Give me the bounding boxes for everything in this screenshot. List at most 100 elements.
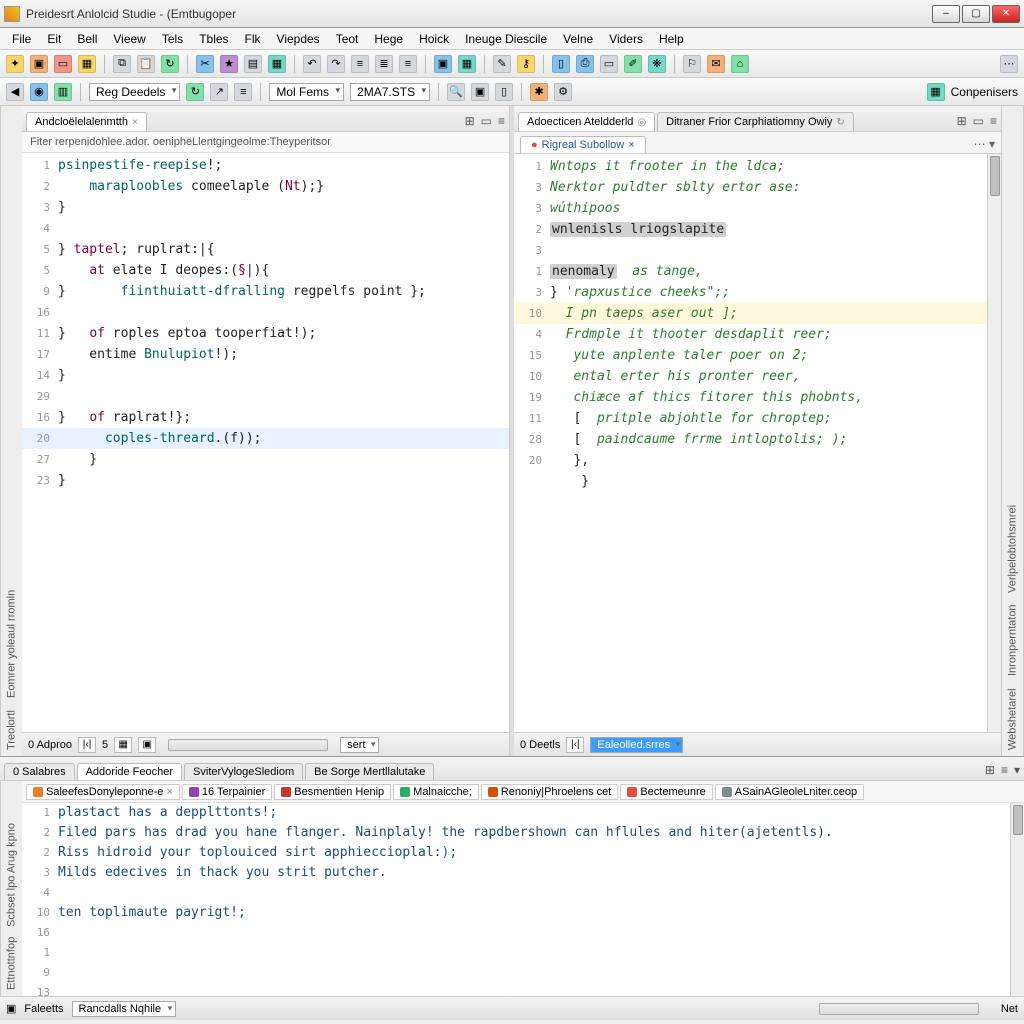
close-button[interactable]: ✕ xyxy=(992,5,1020,23)
status-device-combo[interactable]: Rancdalls Nqhile xyxy=(72,1001,177,1017)
flag-icon[interactable]: ⚐ xyxy=(683,55,701,73)
right-tool-2[interactable]: Inronperntaton xyxy=(1007,605,1019,677)
search-icon[interactable]: 🔍 xyxy=(447,83,465,101)
menu-file[interactable]: File xyxy=(6,30,37,48)
right-tab-2[interactable]: Ditraner Frior Carphiatiomny Owiy ↻ xyxy=(657,112,854,131)
home-icon[interactable]: ⌂ xyxy=(731,55,749,73)
layers-icon[interactable]: ▥ xyxy=(54,83,72,101)
components-label[interactable]: Conpenisers xyxy=(951,85,1018,99)
open-icon[interactable]: ▣ xyxy=(30,55,48,73)
code-line[interactable]: 5} taptel; ruplrat:|{ xyxy=(22,239,509,260)
panel-icon[interactable]: ▯ xyxy=(495,83,513,101)
code-line[interactable]: 28 [ paindcaume frrme intloptolis; ); xyxy=(514,429,987,450)
bottom-code-area[interactable]: 1plastact has a depplttonts!;2Filed pars… xyxy=(22,803,1010,996)
overflow-icon[interactable]: ⋯ xyxy=(1000,55,1018,73)
file-tab[interactable]: Renoniy|Phroelens cet xyxy=(481,784,618,800)
copy-icon[interactable]: ⧉ xyxy=(113,55,131,73)
save-icon[interactable]: ▭ xyxy=(54,55,72,73)
bottom-tab-0[interactable]: 0 Salabres xyxy=(4,763,75,780)
align-center-icon[interactable]: ≣ xyxy=(375,55,393,73)
target-combo[interactable]: Mol Fems xyxy=(269,83,344,101)
print-icon[interactable]: ⎙ xyxy=(576,55,594,73)
code-line[interactable]: 4 xyxy=(22,883,1010,903)
code-line[interactable]: 9 xyxy=(22,963,1010,983)
split-icon[interactable]: ⊞ xyxy=(465,114,475,128)
code-line[interactable]: 23} xyxy=(22,470,509,491)
code-line[interactable]: 20 }, xyxy=(514,450,987,471)
key-icon[interactable]: ⚷ xyxy=(517,55,535,73)
brush-icon[interactable]: ✐ xyxy=(624,55,642,73)
list-icon[interactable]: ≡ xyxy=(234,83,252,101)
right-tab-1[interactable]: Adoecticen Ateldderld ◎ xyxy=(518,112,655,131)
bottom-menu-icon[interactable]: ≡ xyxy=(1001,763,1008,777)
globe-icon[interactable]: ◉ xyxy=(30,83,48,101)
menu-view[interactable]: Vieew xyxy=(107,30,151,48)
code-line[interactable]: 16 xyxy=(22,302,509,323)
file-tab[interactable]: SaleefesDonyleponne-e× xyxy=(26,784,180,800)
menu-edit[interactable]: Eit xyxy=(41,30,67,48)
maximize-button[interactable]: ▢ xyxy=(962,5,990,23)
split-icon[interactable]: ⊞ xyxy=(957,114,967,128)
code-line[interactable]: 9} fiinthuiatt-dfralling regpelfs point … xyxy=(22,281,509,302)
menu-viepdes[interactable]: Viepdes xyxy=(271,30,326,48)
code-line[interactable]: 3Nerktor puldter sblty ertor ase: xyxy=(514,177,987,198)
code-line[interactable]: 4 Frdmple it thooter desdaplit reer; xyxy=(514,324,987,345)
code-line[interactable]: 10ten toplimaute payrigt!; xyxy=(22,903,1010,923)
code-line[interactable]: 19 chiæce af thics fitorer this phobnts, xyxy=(514,387,987,408)
book-icon[interactable]: ▤ xyxy=(244,55,262,73)
bottom-tab-3[interactable]: Be Sorge Mertllalutake xyxy=(305,763,434,780)
code-line[interactable]: 1plastact has a depplttonts!; xyxy=(22,803,1010,823)
left-toolwindow-bar[interactable]: Treolortl Eomrer yoleaul rromln xyxy=(0,106,22,756)
grid-icon[interactable]: ▦ xyxy=(268,55,286,73)
menu-flk[interactable]: Flk xyxy=(239,30,267,48)
code-line[interactable]: 29 xyxy=(22,386,509,407)
right-code-area[interactable]: 1Wntops it frooter in the ldca;3Nerktor … xyxy=(514,154,987,732)
close-tab-icon[interactable]: × xyxy=(132,117,138,128)
bottom-left-bar[interactable]: Ettnottnfop Scbset lpo Arug kpno xyxy=(0,781,22,996)
bottom-chevron-icon[interactable]: ▾ xyxy=(1014,763,1020,777)
status-btn-r1[interactable]: |‹| xyxy=(566,737,584,753)
config-combo[interactable]: Reg Deedels xyxy=(89,83,180,101)
bottom-tab-1[interactable]: Addoride Feocher xyxy=(77,763,182,780)
components-icon[interactable]: ▦ xyxy=(927,83,945,101)
menu-help[interactable]: Help xyxy=(653,30,690,48)
code-line[interactable]: 16 xyxy=(22,923,1010,943)
menu-tels[interactable]: Tels xyxy=(156,30,189,48)
code-line[interactable]: 3} xyxy=(22,197,509,218)
pin-icon[interactable]: ▭ xyxy=(973,114,984,128)
left-tool-1[interactable]: Treolortl xyxy=(6,710,18,750)
left-code-area[interactable]: 1psinpestife-reepise!;2 maraploobles com… xyxy=(22,153,509,732)
right-tool-3[interactable]: Verlpelobtohsmrei xyxy=(1007,505,1019,593)
code-line[interactable]: 3} 'rapxustice cheeks";; xyxy=(514,282,987,303)
code-line[interactable]: 1nenomaly as tange, xyxy=(514,261,987,282)
code-line[interactable]: 3Milds edecives in thack you strit putch… xyxy=(22,863,1010,883)
subtab-overflow-icon[interactable]: ⋯ ▾ xyxy=(974,137,995,153)
bottom-split-icon[interactable]: ⊞ xyxy=(985,763,995,777)
code-line[interactable]: 3wúthipoos xyxy=(514,198,987,219)
doc-icon[interactable]: ▯ xyxy=(552,55,570,73)
redo-icon[interactable]: ↷ xyxy=(327,55,345,73)
left-tool-2[interactable]: Eomrer yoleaul rromln xyxy=(6,590,18,698)
menu-icon[interactable]: ≡ xyxy=(990,114,997,128)
code-line[interactable]: 1 xyxy=(22,943,1010,963)
code-line[interactable]: 13 xyxy=(22,983,1010,996)
file-tab[interactable]: Malnaicche; xyxy=(393,784,479,800)
code-line[interactable]: 16} of raplrat!}; xyxy=(22,407,509,428)
left-breadcrumb[interactable]: Fiter rerpenidohlee.ador. oeniphëLlentgi… xyxy=(22,132,509,153)
menu-bell[interactable]: Bell xyxy=(71,30,103,48)
code-line[interactable]: 20 coples-threard.(f)); xyxy=(22,428,509,449)
code-line[interactable]: 11 [ pritple abjohtle for chroptep; xyxy=(514,408,987,429)
menu-hege[interactable]: Hege xyxy=(368,30,409,48)
code-line[interactable]: 3 xyxy=(514,240,987,261)
code-line[interactable]: 5 at elate I deopes:(§|){ xyxy=(22,260,509,281)
code-line[interactable]: } xyxy=(514,471,987,492)
code-line[interactable]: 2Filed pars has drad you hane flanger. N… xyxy=(22,823,1010,843)
bug-icon[interactable]: ✱ xyxy=(530,83,548,101)
menu-ineuge[interactable]: Ineuge Diescile xyxy=(459,30,553,48)
code-line[interactable]: 2 maraploobles comeelaple (Nt);} xyxy=(22,176,509,197)
menu-hoick[interactable]: Hoick xyxy=(413,30,455,48)
file-tab[interactable]: Bectemeunre xyxy=(620,784,712,800)
chart-icon[interactable]: ▣ xyxy=(434,55,452,73)
back-icon[interactable]: ◀ xyxy=(6,83,24,101)
code-line[interactable]: 10 I pn taeps aser out ]; xyxy=(514,303,987,324)
